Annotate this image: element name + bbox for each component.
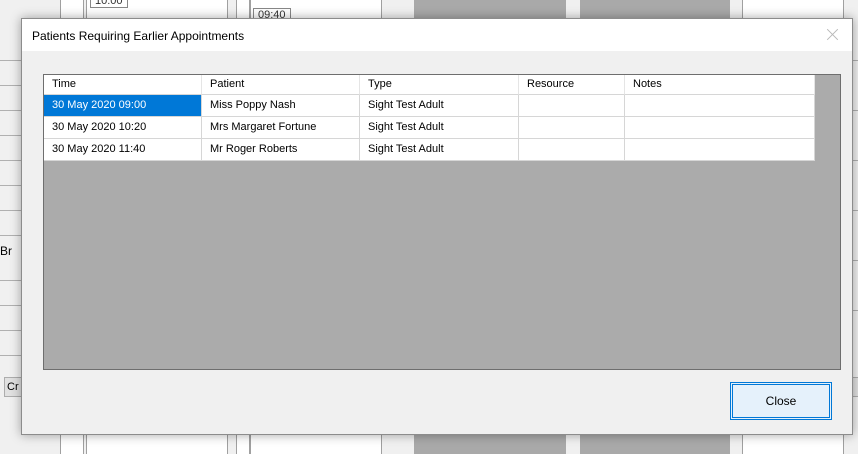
cell-patient[interactable]: Mr Roger Roberts <box>202 139 360 161</box>
row-divider <box>0 280 22 281</box>
appointment-label: Br <box>0 244 12 258</box>
earlier-appointments-dialog: Patients Requiring Earlier Appointments … <box>21 18 853 435</box>
cell-notes[interactable] <box>625 117 815 139</box>
table-row[interactable]: 30 May 2020 09:00 Miss Poppy Nash Sight … <box>44 95 815 117</box>
time-slot-label: 10:00 <box>90 0 128 8</box>
row-divider <box>0 210 22 211</box>
cell-time[interactable]: 30 May 2020 10:20 <box>44 117 202 139</box>
cell-resource[interactable] <box>519 139 625 161</box>
cell-time[interactable]: 30 May 2020 11:40 <box>44 139 202 161</box>
cell-type[interactable]: Sight Test Adult <box>360 117 519 139</box>
cell-resource[interactable] <box>519 95 625 117</box>
row-divider <box>0 110 22 111</box>
dialog-title-bar[interactable]: Patients Requiring Earlier Appointments <box>22 19 852 51</box>
table-row[interactable]: 30 May 2020 10:20 Mrs Margaret Fortune S… <box>44 117 815 139</box>
dialog-title: Patients Requiring Earlier Appointments <box>32 29 245 43</box>
cell-patient[interactable]: Mrs Margaret Fortune <box>202 117 360 139</box>
grid-header: Time Patient Type Resource Notes <box>44 75 815 95</box>
row-divider <box>0 305 22 306</box>
close-button[interactable]: Close <box>730 382 832 420</box>
row-divider <box>0 85 22 86</box>
row-divider <box>0 330 22 331</box>
cell-patient[interactable]: Miss Poppy Nash <box>202 95 360 117</box>
column-header-notes[interactable]: Notes <box>625 75 815 95</box>
column-header-patient[interactable]: Patient <box>202 75 360 95</box>
row-divider <box>0 135 22 136</box>
cell-type[interactable]: Sight Test Adult <box>360 139 519 161</box>
column-header-resource[interactable]: Resource <box>519 75 625 95</box>
cell-resource[interactable] <box>519 117 625 139</box>
row-divider <box>0 185 22 186</box>
close-button-label: Close <box>732 384 830 418</box>
cell-type[interactable]: Sight Test Adult <box>360 95 519 117</box>
table-row[interactable]: 30 May 2020 11:40 Mr Roger Roberts Sight… <box>44 139 815 161</box>
row-divider <box>0 355 22 356</box>
column-header-time[interactable]: Time <box>44 75 202 95</box>
cell-time[interactable]: 30 May 2020 09:00 <box>44 95 202 117</box>
column-header-type[interactable]: Type <box>360 75 519 95</box>
cell-notes[interactable] <box>625 95 815 117</box>
cell-notes[interactable] <box>625 139 815 161</box>
row-divider <box>0 60 22 61</box>
row-divider <box>0 235 22 236</box>
row-divider <box>0 160 22 161</box>
close-icon[interactable] <box>826 27 840 41</box>
appointments-grid[interactable]: Time Patient Type Resource Notes 30 May … <box>43 74 841 370</box>
